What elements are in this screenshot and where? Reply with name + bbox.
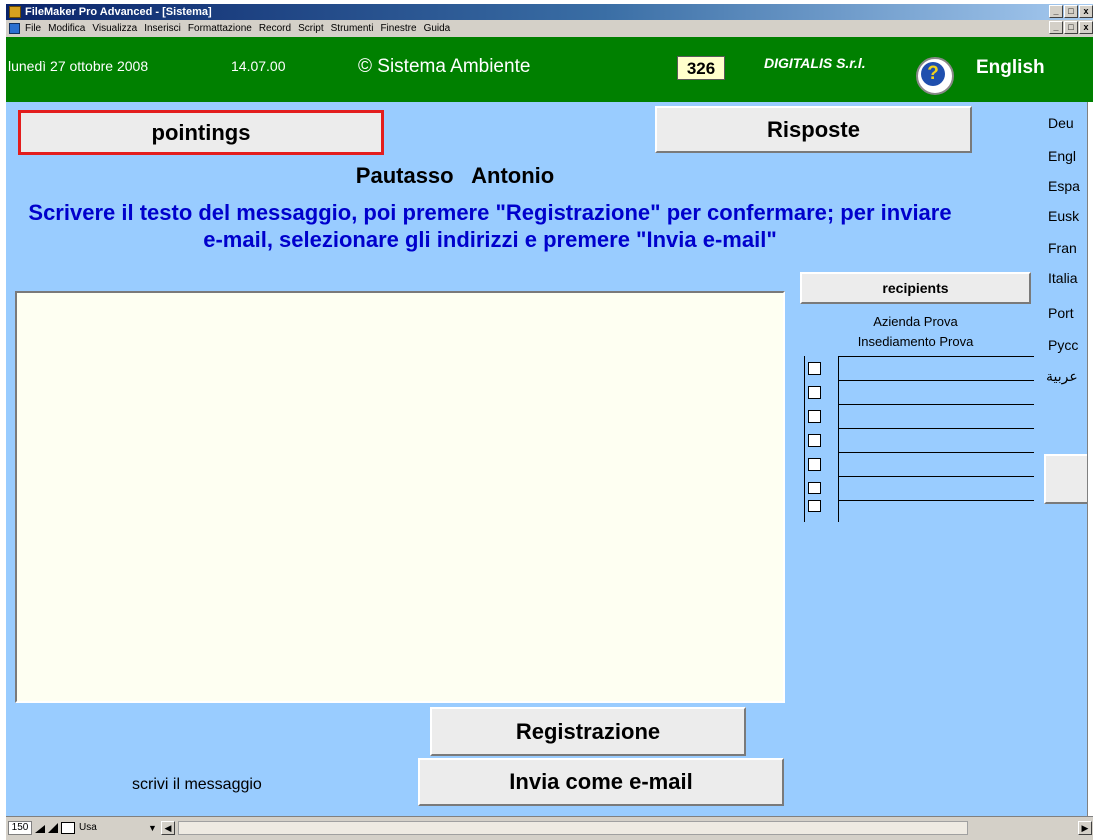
recipient-checkbox[interactable] <box>808 386 821 399</box>
language-russian[interactable]: Pycc <box>1048 337 1078 353</box>
recipient-checkbox[interactable] <box>808 434 821 447</box>
horizontal-scrollbar[interactable] <box>178 821 968 835</box>
record-count-badge: 326 <box>677 56 725 80</box>
person-name: Pautasso Antonio <box>355 163 555 188</box>
registrazione-button[interactable]: Registrazione <box>430 707 746 756</box>
menu-modifica[interactable]: Modifica <box>48 20 85 37</box>
recipients-company: Azienda Prova <box>873 314 958 329</box>
recipient-checkbox[interactable] <box>808 410 821 423</box>
help-icon[interactable]: ? <box>916 57 954 95</box>
document-icon[interactable] <box>9 23 20 34</box>
language-espanol[interactable]: Espa <box>1048 178 1080 194</box>
language-italiano[interactable]: Italia <box>1048 270 1078 286</box>
risposte-button[interactable]: Risposte <box>655 106 972 153</box>
menu-visualizza[interactable]: Visualizza <box>92 20 137 37</box>
title-bar: FileMaker Pro Advanced - [Sistema] _ □ x <box>6 4 1093 20</box>
header-time: 14.07.00 <box>231 58 286 74</box>
recipients-site: Insediamento Prova <box>857 334 974 349</box>
header-system-name: © Sistema Ambiente <box>358 56 531 77</box>
status-bar: 150 Usa ▼ ◀ ▶ <box>6 816 1093 840</box>
instructions-text: Scrivere il testo del messaggio, poi pre… <box>28 200 952 252</box>
message-hint: scrivi il messaggio <box>132 776 262 793</box>
menu-finestre[interactable]: Finestre <box>380 20 416 37</box>
recipient-row-divider <box>839 476 1034 477</box>
header-bar: lunedì 27 ottobre 2008 14.07.00 © Sistem… <box>6 37 1093 102</box>
window-controls: _ □ x <box>1049 5 1093 18</box>
recipient-row-divider <box>839 428 1034 429</box>
recipient-checkbox[interactable] <box>808 482 821 494</box>
language-english[interactable]: Engl <box>1048 148 1076 164</box>
menu-inserisci[interactable]: Inserisci <box>144 20 181 37</box>
doc-restore-button[interactable]: □ <box>1064 21 1078 34</box>
close-button[interactable]: x <box>1079 5 1093 18</box>
vertical-scrollbar[interactable] <box>1087 102 1093 816</box>
recipient-row-divider <box>839 500 1034 501</box>
zoom-level[interactable]: 150 <box>8 821 32 835</box>
recipients-list <box>804 356 1034 522</box>
menu-file[interactable]: File <box>25 20 41 37</box>
scroll-left-icon[interactable]: ◀ <box>161 821 175 835</box>
header-company: DIGITALIS S.r.l. <box>764 55 866 71</box>
document-window-controls: _ □ x <box>1049 21 1093 34</box>
invia-email-button[interactable]: Invia come e-mail <box>418 758 784 806</box>
mode-dropdown-icon[interactable]: ▼ <box>148 822 158 834</box>
status-toggle-icon[interactable] <box>61 822 75 834</box>
message-textarea[interactable] <box>15 291 785 703</box>
doc-close-button[interactable]: x <box>1079 21 1093 34</box>
filemaker-app-icon <box>9 6 21 18</box>
scroll-right-icon[interactable]: ▶ <box>1078 821 1092 835</box>
recipient-checkbox[interactable] <box>808 500 821 512</box>
menu-strumenti[interactable]: Strumenti <box>331 20 374 37</box>
recipient-checkbox[interactable] <box>808 458 821 471</box>
status-mode: Usa <box>79 822 97 833</box>
recipient-checkbox[interactable] <box>808 362 821 375</box>
recipient-row-divider <box>839 452 1034 453</box>
language-portugues[interactable]: Port <box>1048 305 1074 321</box>
minimize-button[interactable]: _ <box>1049 5 1063 18</box>
language-deutsch[interactable]: Deu <box>1048 115 1074 131</box>
menu-formattazione[interactable]: Formattazione <box>188 20 252 37</box>
menu-bar: File Modifica Visualizza Inserisci Forma… <box>6 20 1093 37</box>
recipient-row-divider <box>839 380 1034 381</box>
header-language[interactable]: English <box>976 57 1045 79</box>
recipient-row-divider <box>839 356 1034 357</box>
language-francais[interactable]: Fran <box>1048 240 1077 256</box>
menu-guida[interactable]: Guida <box>424 20 451 37</box>
recipient-row-divider <box>839 404 1034 405</box>
language-arabic[interactable]: عربية <box>1046 368 1078 385</box>
maximize-button[interactable]: □ <box>1064 5 1078 18</box>
menu-record[interactable]: Record <box>259 20 291 37</box>
side-button[interactable] <box>1044 454 1087 504</box>
window-title: FileMaker Pro Advanced - [Sistema] <box>25 6 212 18</box>
recipients-header[interactable]: recipients <box>800 272 1031 304</box>
menu-script[interactable]: Script <box>298 20 324 37</box>
language-euskara[interactable]: Eusk <box>1048 208 1079 224</box>
pointings-button[interactable]: pointings <box>18 110 384 155</box>
header-date: lunedì 27 ottobre 2008 <box>8 58 149 74</box>
zoom-out-icon[interactable] <box>34 822 46 834</box>
doc-minimize-button[interactable]: _ <box>1049 21 1063 34</box>
zoom-in-icon[interactable] <box>47 822 59 834</box>
